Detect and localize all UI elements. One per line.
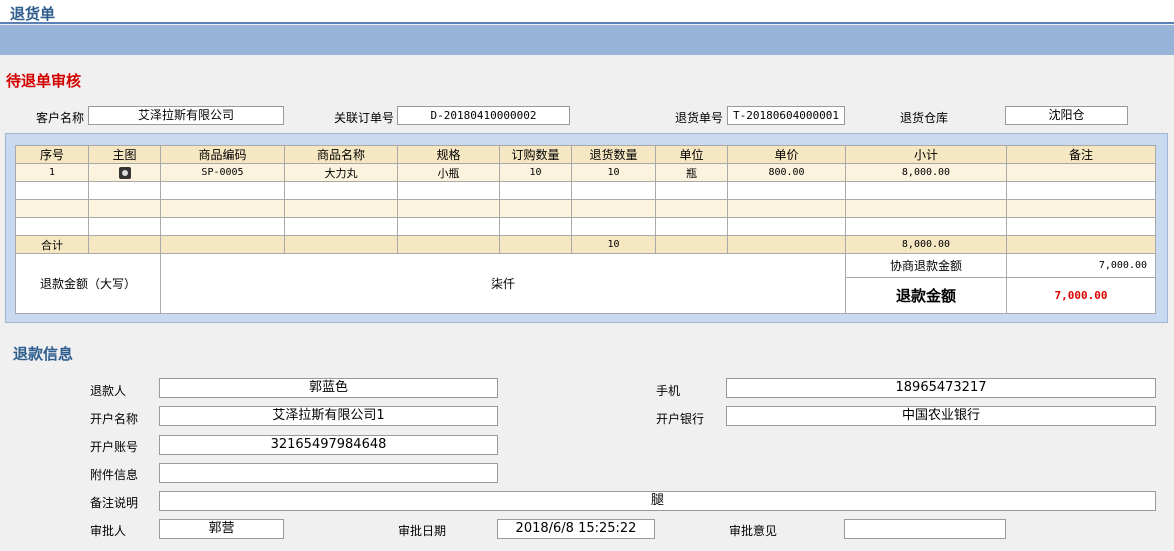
phone-field[interactable]: 18965473217 xyxy=(726,378,1156,398)
approver-label: 审批人 xyxy=(90,524,127,538)
cell-image[interactable] xyxy=(88,163,161,182)
negotiated-label: 协商退款金额 xyxy=(845,253,1007,278)
cell-order-qty: 10 xyxy=(499,163,572,182)
table-row[interactable]: 1 SP-0005 大力丸 小瓶 10 10 瓶 800.00 8,000.00 xyxy=(15,163,1156,182)
table-header: 序号 主图 商品编码 商品名称 规格 订购数量 退货数量 单位 单价 小计 备注 xyxy=(15,145,1156,164)
total-row: 合计 10 8,000.00 xyxy=(15,235,1156,254)
opinion-label: 审批意见 xyxy=(729,524,778,538)
opinion-field[interactable] xyxy=(844,519,1006,539)
table-row-empty xyxy=(15,217,1156,236)
refunder-label: 退款人 xyxy=(90,384,127,398)
cell-price: 800.00 xyxy=(727,163,846,182)
account-no-label: 开户账号 xyxy=(90,440,139,454)
cell-subtotal: 8,000.00 xyxy=(845,163,1007,182)
total-return-qty: 10 xyxy=(571,235,656,254)
customer-label: 客户名称 xyxy=(36,111,85,125)
total-label: 合计 xyxy=(15,235,89,254)
refund-caps-label: 退款金额（大写） xyxy=(15,253,161,314)
title-bar: 退货单 xyxy=(0,0,1174,24)
return-no-label: 退货单号 xyxy=(675,111,724,125)
column-header: 订购数量 xyxy=(499,145,572,164)
column-header: 规格 xyxy=(397,145,500,164)
total-subtotal: 8,000.00 xyxy=(845,235,1007,254)
window-title: 退货单 xyxy=(10,5,56,23)
cell-code: SP-0005 xyxy=(160,163,285,182)
refund-amount-value: 7,000.00 xyxy=(1006,277,1156,314)
attachment-field[interactable] xyxy=(159,463,498,483)
cell-return-qty: 10 xyxy=(571,163,656,182)
cell-name: 大力丸 xyxy=(284,163,398,182)
account-name-label: 开户名称 xyxy=(90,412,139,426)
negotiated-value: 7,000.00 xyxy=(1006,253,1156,278)
cell-no: 1 xyxy=(15,163,89,182)
table-row-empty xyxy=(15,181,1156,200)
section-title: 待退单审核 xyxy=(6,72,82,90)
customer-field[interactable]: 艾泽拉斯有限公司 xyxy=(88,106,284,125)
column-header: 单价 xyxy=(727,145,846,164)
bank-field[interactable]: 中国农业银行 xyxy=(726,406,1156,426)
column-header: 序号 xyxy=(15,145,89,164)
product-image-icon[interactable] xyxy=(118,167,131,179)
remark-field[interactable]: 腿 xyxy=(159,491,1156,511)
return-no-field[interactable]: T-20180604000001 xyxy=(727,106,845,125)
refunder-field[interactable]: 郭蓝色 xyxy=(159,378,498,398)
column-header: 退货数量 xyxy=(571,145,656,164)
cell-spec: 小瓶 xyxy=(397,163,500,182)
attachment-label: 附件信息 xyxy=(90,468,139,482)
return-items-table: 序号 主图 商品编码 商品名称 规格 订购数量 退货数量 单位 单价 小计 备注… xyxy=(15,145,1156,314)
cell-remark xyxy=(1006,163,1156,182)
header-band xyxy=(0,25,1174,55)
refund-caps-value: 柒仟 xyxy=(160,253,846,314)
approve-date-field[interactable]: 2018/6/8 15:25:22 xyxy=(497,519,655,539)
cell-unit: 瓶 xyxy=(655,163,728,182)
remark-label: 备注说明 xyxy=(90,496,139,510)
column-header: 商品名称 xyxy=(284,145,398,164)
order-field[interactable]: D-20180410000002 xyxy=(397,106,570,125)
column-header: 备注 xyxy=(1006,145,1156,164)
negotiated-row: 退款金额（大写） 柒仟 协商退款金额 7,000.00 xyxy=(15,253,1156,314)
column-header: 单位 xyxy=(655,145,728,164)
column-header: 商品编码 xyxy=(160,145,285,164)
table-row-empty xyxy=(15,199,1156,218)
refund-amount-label: 退款金额 xyxy=(845,277,1007,314)
bank-label: 开户银行 xyxy=(656,412,705,426)
account-no-field[interactable]: 32165497984648 xyxy=(159,435,498,455)
column-header: 小计 xyxy=(845,145,1007,164)
column-header: 主图 xyxy=(88,145,161,164)
phone-label: 手机 xyxy=(656,384,681,398)
warehouse-field[interactable]: 沈阳仓 xyxy=(1005,106,1128,125)
refund-info-title: 退款信息 xyxy=(13,345,74,363)
account-name-field[interactable]: 艾泽拉斯有限公司1 xyxy=(159,406,498,426)
approve-date-label: 审批日期 xyxy=(398,524,447,538)
warehouse-label: 退货仓库 xyxy=(900,111,949,125)
order-label: 关联订单号 xyxy=(334,111,395,125)
approver-field[interactable]: 郭营 xyxy=(159,519,284,539)
